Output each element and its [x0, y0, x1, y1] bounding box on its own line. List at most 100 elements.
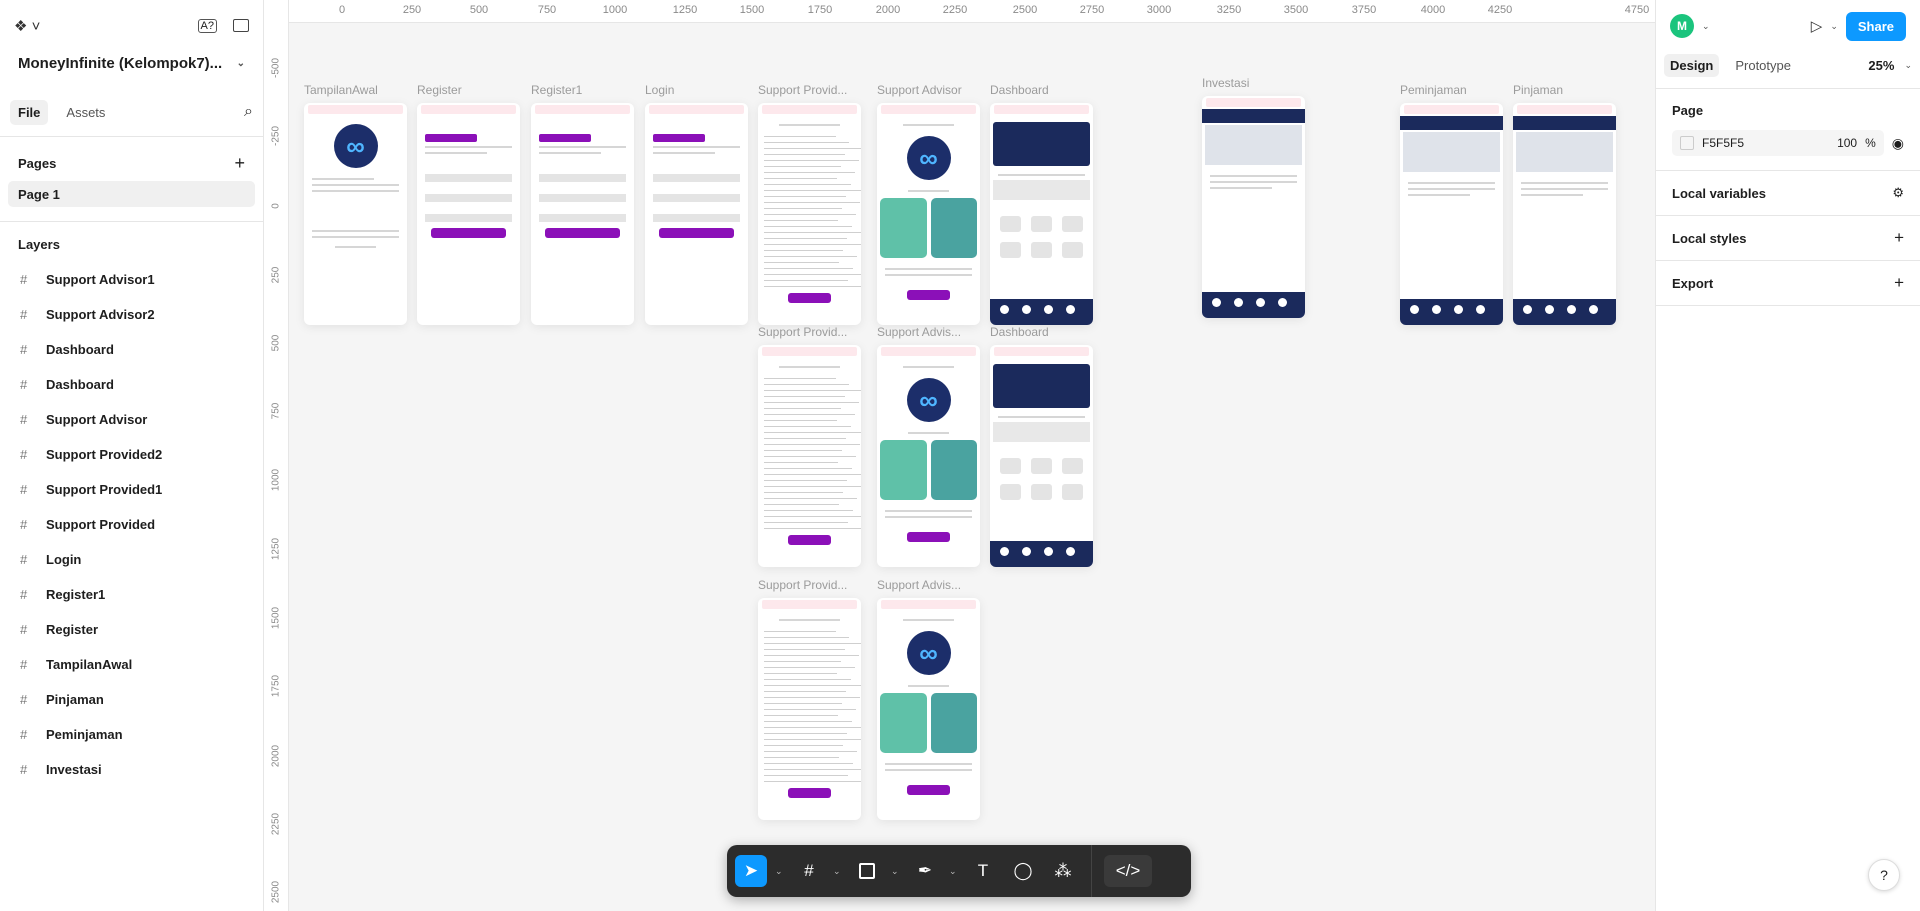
- add-style-icon[interactable]: +: [1894, 228, 1904, 248]
- tab-file[interactable]: File: [10, 99, 49, 125]
- frame-label[interactable]: Pinjaman: [1513, 83, 1563, 97]
- add-page-icon[interactable]: +: [234, 153, 245, 174]
- chevron-down-icon[interactable]: ⌄: [1830, 21, 1838, 32]
- layer-item[interactable]: # Support Provided2: [0, 437, 263, 472]
- chevron-down-icon[interactable]: ⌄: [1904, 60, 1912, 71]
- frame-thumbnail[interactable]: ∞: [877, 103, 980, 325]
- share-button[interactable]: Share: [1845, 11, 1906, 41]
- layer-label: Login: [46, 552, 82, 567]
- frame-thumbnail[interactable]: [990, 103, 1093, 325]
- rectangle-tool-icon[interactable]: [851, 855, 883, 887]
- search-icon[interactable]: ⌕: [244, 103, 253, 121]
- tab-prototype[interactable]: Prototype: [1729, 54, 1797, 77]
- frame-label[interactable]: Support Provid...: [758, 578, 847, 592]
- frame-tool-icon[interactable]: #: [793, 855, 825, 887]
- chevron-down-icon[interactable]: ⌄: [1702, 21, 1710, 32]
- frame-thumbnail[interactable]: ∞: [304, 103, 407, 325]
- frame-thumbnail[interactable]: [645, 103, 748, 325]
- frame-label[interactable]: Dashboard: [990, 83, 1049, 97]
- ruler-tick: 750: [270, 402, 282, 420]
- frame-label[interactable]: Investasi: [1202, 76, 1249, 90]
- layer-label: TampilanAwal: [46, 657, 133, 672]
- layer-item[interactable]: # Support Advisor1: [0, 262, 263, 297]
- add-export-icon[interactable]: +: [1894, 273, 1904, 293]
- eye-icon[interactable]: ◉: [1892, 135, 1904, 152]
- frame-label[interactable]: Support Advis...: [877, 325, 961, 339]
- page-item[interactable]: Page 1: [8, 181, 255, 207]
- file-title[interactable]: MoneyInfinite (Kelompok7)...: [18, 55, 222, 72]
- frame-label[interactable]: Support Advisor: [877, 83, 962, 97]
- layer-item[interactable]: # Register1: [0, 577, 263, 612]
- frame-thumbnail[interactable]: [1202, 96, 1305, 318]
- layer-item[interactable]: # Pinjaman: [0, 682, 263, 717]
- ruler-tick: 1000: [602, 4, 628, 16]
- help-button[interactable]: ?: [1868, 859, 1900, 891]
- main-menu-icon[interactable]: ❖ ˅: [14, 17, 40, 35]
- canvas[interactable]: TampilanAwal ∞ Register Register1 Login Suppo…: [289, 23, 1655, 911]
- frame-thumbnail[interactable]: [1400, 103, 1503, 325]
- play-icon[interactable]: ▷: [1811, 17, 1823, 35]
- tab-assets[interactable]: Assets: [58, 100, 113, 125]
- layer-item[interactable]: # Support Advisor: [0, 402, 263, 437]
- frame-thumbnail[interactable]: [417, 103, 520, 325]
- chevron-down-icon[interactable]: ⌄: [237, 58, 245, 69]
- layer-item[interactable]: # TampilanAwal: [0, 647, 263, 682]
- layer-item[interactable]: # Register: [0, 612, 263, 647]
- ruler-tick: 1750: [807, 4, 833, 16]
- frame-label[interactable]: Dashboard: [990, 325, 1049, 339]
- frame-label[interactable]: Peminjaman: [1400, 83, 1467, 97]
- frame-label[interactable]: Register1: [531, 83, 582, 97]
- frame-icon: #: [20, 517, 28, 532]
- layer-item[interactable]: # Support Provided: [0, 507, 263, 542]
- frame-icon: #: [20, 692, 28, 707]
- page-color-input[interactable]: F5F5F5: [1702, 136, 1829, 150]
- sidebar-toggle-icon[interactable]: [233, 19, 249, 32]
- avatar[interactable]: M: [1670, 14, 1694, 38]
- pen-tool-icon[interactable]: ✒: [909, 855, 941, 887]
- left-panel: ❖ ˅ A? MoneyInfinite (Kelompok7)... ⌄ Fi…: [0, 0, 264, 911]
- ruler-tick: 1250: [270, 537, 282, 561]
- ruler-tick: -250: [270, 125, 282, 147]
- frame-label[interactable]: Register: [417, 83, 462, 97]
- layer-list: # Support Advisor1 # Support Advisor2 # Dashb…: [0, 262, 263, 787]
- frame-label[interactable]: TampilanAwal: [304, 83, 378, 97]
- frame-thumbnail[interactable]: ∞: [877, 345, 980, 567]
- frame-label[interactable]: Support Provid...: [758, 325, 847, 339]
- layer-item[interactable]: # Peminjaman: [0, 717, 263, 752]
- frame-thumbnail[interactable]: [990, 345, 1093, 567]
- local-styles-heading: Local styles: [1672, 230, 1747, 246]
- frame-thumbnail[interactable]: [758, 598, 861, 820]
- frame-label[interactable]: Support Provid...: [758, 83, 847, 97]
- layer-item[interactable]: # Login: [0, 542, 263, 577]
- font-icon[interactable]: A?: [197, 19, 217, 33]
- frame-icon: #: [20, 587, 28, 602]
- page-opacity-input[interactable]: 100: [1837, 136, 1857, 150]
- dev-mode-icon[interactable]: </>: [1104, 855, 1152, 887]
- text-tool-icon[interactable]: T: [967, 855, 999, 887]
- layer-item[interactable]: # Support Provided1: [0, 472, 263, 507]
- frame-label[interactable]: Login: [645, 83, 674, 97]
- sliders-icon[interactable]: ⚙: [1892, 185, 1904, 201]
- frame-thumbnail[interactable]: [758, 345, 861, 567]
- frame-thumbnail[interactable]: [758, 103, 861, 325]
- right-panel: M ⌄ ▷ ⌄ Share Design Prototype 25% ⌄ Pag…: [1655, 0, 1920, 911]
- actions-tool-icon[interactable]: ⁂: [1047, 855, 1079, 887]
- layer-item[interactable]: # Investasi: [0, 752, 263, 787]
- page-color-swatch[interactable]: [1680, 136, 1694, 150]
- frame-thumbnail[interactable]: ∞: [877, 598, 980, 820]
- zoom-level[interactable]: 25%: [1868, 58, 1894, 73]
- layer-item[interactable]: # Dashboard: [0, 367, 263, 402]
- frame-thumbnail[interactable]: [1513, 103, 1616, 325]
- layer-label: Dashboard: [46, 377, 114, 392]
- ruler-tick: 2500: [270, 880, 282, 904]
- frame-label[interactable]: Support Advis...: [877, 578, 961, 592]
- comment-tool-icon[interactable]: ◯: [1007, 855, 1039, 887]
- layer-item[interactable]: # Support Advisor2: [0, 297, 263, 332]
- tab-design[interactable]: Design: [1664, 53, 1720, 77]
- layer-label: Support Advisor2: [46, 307, 155, 322]
- layer-item[interactable]: # Dashboard: [0, 332, 263, 367]
- frame-icon: #: [20, 552, 28, 567]
- frame-thumbnail[interactable]: [531, 103, 634, 325]
- ruler-tick: 4000: [1420, 4, 1446, 16]
- move-tool-icon[interactable]: ➤: [735, 855, 767, 887]
